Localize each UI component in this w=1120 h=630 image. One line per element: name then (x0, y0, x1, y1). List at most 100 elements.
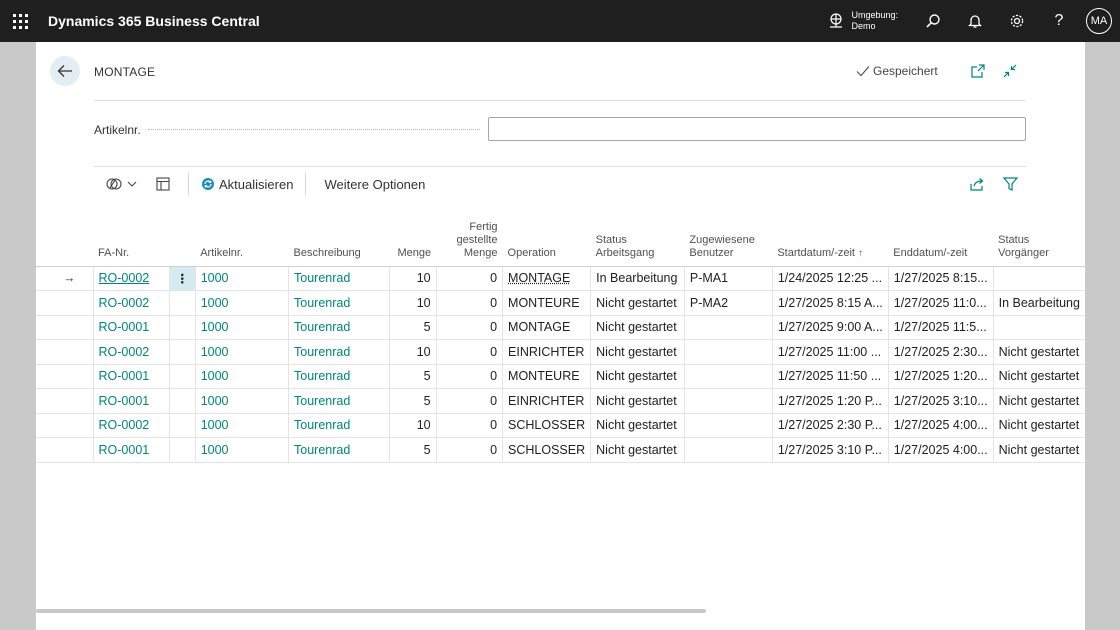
cell-artikelnr[interactable]: 1000 (195, 339, 290, 365)
cell-menge: 5 (389, 388, 437, 414)
cell-beschreibung[interactable]: Tourenrad (288, 437, 391, 463)
cell-zugewiesene-benutzer: P-MA2 (684, 290, 773, 316)
cell-zugewiesene-benutzer (684, 388, 773, 414)
layout-button[interactable] (156, 168, 170, 200)
table-row[interactable]: RO-0001 1000 Tourenrad 5 0 EINRICHTER Nicht ge… (36, 388, 1085, 414)
collapse-button[interactable] (1001, 62, 1019, 80)
artikelnr-filter-input[interactable] (488, 117, 1026, 141)
cell-artikelnr[interactable]: 1000 (195, 413, 290, 438)
cell-beschreibung[interactable]: Tourenrad (288, 413, 391, 438)
row-actions-cell[interactable] (169, 290, 196, 316)
table-row[interactable]: RO-0002 1000 Tourenrad 10 0 SCHLOSSER Nicht ge… (36, 413, 1085, 438)
cell-fa-nr[interactable]: RO-0001 (93, 364, 171, 389)
row-actions-cell[interactable]: ⋮ (169, 266, 196, 291)
back-button[interactable] (50, 56, 80, 86)
filter-views-icon (106, 178, 122, 190)
cell-startdatum: 1/27/2025 9:00 A... (772, 315, 889, 340)
cell-beschreibung[interactable]: Tourenrad (288, 315, 391, 340)
views-dropdown[interactable] (106, 168, 138, 200)
refresh-button[interactable]: Aktualisieren (201, 168, 293, 200)
app-launcher-button[interactable] (0, 0, 40, 42)
app-title[interactable]: Dynamics 365 Business Central (48, 13, 260, 29)
field-leader-dots (148, 129, 480, 130)
cell-status-vorgaenger: Nicht gestartet (993, 437, 1085, 463)
row-indicator (36, 413, 94, 438)
cell-fa-nr[interactable]: RO-0002 (93, 290, 171, 316)
row-actions-cell[interactable] (169, 315, 196, 340)
row-actions-cell[interactable] (169, 364, 196, 389)
table-row[interactable]: → RO-0002 ⋮ 1000 Tourenrad 10 0 MONTAGE In Bearb… (36, 266, 1085, 291)
row-indicator (36, 437, 94, 463)
column-header-menge[interactable]: Menge (389, 212, 437, 267)
column-header-zugewiesene-benutzer[interactable]: Zugewiesene Benutzer (684, 212, 773, 267)
column-header-startdatum[interactable]: Startdatum/-zeit ↑ (772, 212, 889, 267)
column-header-artikelnr[interactable]: Artikelnr. (195, 212, 289, 267)
column-header-operation[interactable]: Operation (502, 212, 591, 267)
search-button[interactable] (912, 0, 954, 42)
row-actions-cell[interactable] (169, 388, 196, 414)
cell-menge: 10 (389, 266, 437, 291)
cell-fertig-menge: 0 (436, 266, 504, 291)
cell-artikelnr[interactable]: 1000 (195, 364, 290, 389)
row-indicator (36, 388, 94, 414)
cell-fertig-menge: 0 (436, 413, 504, 438)
cell-beschreibung[interactable]: Tourenrad (288, 364, 391, 389)
cell-artikelnr[interactable]: 1000 (195, 290, 290, 316)
cell-fa-nr[interactable]: RO-0002 (93, 266, 171, 291)
help-button[interactable]: ? (1038, 0, 1080, 42)
cell-operation: EINRICHTER (502, 388, 592, 414)
cell-status-vorgaenger: Nicht gestartet (993, 413, 1085, 438)
notifications-button[interactable] (954, 0, 996, 42)
row-indicator (36, 315, 94, 340)
table-row[interactable]: RO-0001 1000 Tourenrad 5 0 MONTAGE Nicht gesta… (36, 315, 1085, 340)
environment-indicator[interactable]: Umgebung: Demo (827, 10, 898, 32)
column-header-beschreibung[interactable]: Beschreibung (288, 212, 390, 267)
share-button[interactable] (970, 168, 985, 200)
cell-beschreibung[interactable]: Tourenrad (288, 388, 391, 414)
cell-artikelnr[interactable]: 1000 (195, 266, 290, 291)
cell-fa-nr[interactable]: RO-0001 (93, 437, 171, 463)
column-header-status-arbeitsgang[interactable]: Status Arbeitsgang (590, 212, 685, 267)
cell-status-vorgaenger: Nicht gestartet (993, 339, 1085, 365)
cell-artikelnr[interactable]: 1000 (195, 388, 290, 414)
filter-button[interactable] (1003, 168, 1018, 200)
refresh-label: Aktualisieren (219, 176, 294, 192)
cell-fa-nr[interactable]: RO-0002 (93, 339, 171, 365)
table-row[interactable]: RO-0001 1000 Tourenrad 5 0 SCHLOSSER Nicht ges… (36, 437, 1085, 463)
cell-fa-nr[interactable]: RO-0001 (93, 315, 171, 340)
cell-artikelnr[interactable]: 1000 (195, 437, 290, 463)
current-row-arrow-icon: → (63, 271, 76, 286)
cell-beschreibung[interactable]: Tourenrad (288, 339, 391, 365)
user-avatar[interactable]: MA (1086, 8, 1112, 34)
more-options-button[interactable]: Weitere Optionen (324, 168, 425, 200)
cell-status-arbeitsgang: Nicht gestartet (590, 290, 685, 316)
table-row[interactable]: RO-0002 1000 Tourenrad 10 0 MONTEURE Nicht ges… (36, 290, 1085, 316)
table-row[interactable]: RO-0002 1000 Tourenrad 10 0 EINRICHTER Nicht g… (36, 339, 1085, 365)
cell-beschreibung[interactable]: Tourenrad (288, 290, 391, 316)
column-header-fertig-menge[interactable]: Fertig gestellte Menge (436, 212, 503, 267)
help-icon: ? (1054, 12, 1064, 29)
row-actions-cell[interactable] (169, 413, 196, 438)
open-new-window-button[interactable] (969, 62, 987, 80)
cell-fa-nr[interactable]: RO-0002 (93, 413, 171, 438)
cell-beschreibung[interactable]: Tourenrad (288, 266, 391, 291)
row-actions-cell[interactable] (169, 437, 196, 463)
cell-fa-nr[interactable]: RO-0001 (93, 388, 171, 414)
page-container: MONTAGE Gespeichert Artikelnr. Aktualisi… (36, 42, 1085, 630)
cell-status-arbeitsgang: Nicht gestartet (590, 388, 685, 414)
column-header-status-vorgaenger[interactable]: Status Vorgänger (993, 212, 1085, 267)
cell-status-arbeitsgang: Nicht gestartet (590, 315, 685, 340)
horizontal-scrollbar[interactable] (36, 609, 706, 613)
settings-button[interactable] (996, 0, 1038, 42)
artikelnr-filter-label: Artikelnr. (94, 123, 141, 137)
table-row[interactable]: RO-0001 1000 Tourenrad 5 0 MONTEURE Nicht gest… (36, 364, 1085, 389)
column-header-fa-nr[interactable]: FA-Nr. (93, 212, 170, 267)
table-header-row: FA-Nr. Artikelnr. Beschreibung Menge Fer… (36, 212, 1085, 267)
cell-fertig-menge: 0 (436, 364, 504, 389)
cell-fertig-menge: 0 (436, 437, 504, 463)
cell-status-arbeitsgang: Nicht gestartet (590, 364, 685, 389)
row-actions-cell[interactable] (169, 339, 196, 365)
column-header-enddatum[interactable]: Enddatum/-zeit (888, 212, 994, 267)
cell-artikelnr[interactable]: 1000 (195, 315, 290, 340)
cell-fertig-menge: 0 (436, 315, 504, 340)
